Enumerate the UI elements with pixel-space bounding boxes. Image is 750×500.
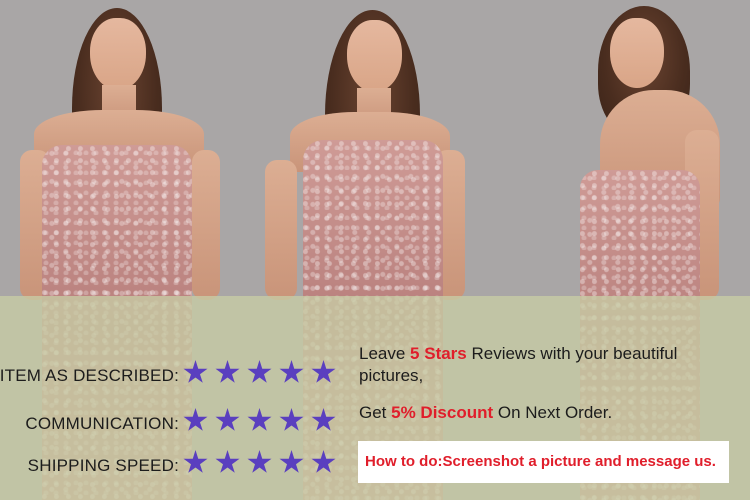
star-icon (215, 450, 240, 473)
promo-text-segment: On Next Order. (493, 403, 613, 422)
promo-text-segment: Leave (359, 344, 411, 363)
star-icon (183, 408, 208, 431)
star-icon (279, 360, 304, 383)
star-icon (247, 450, 272, 473)
howto-text: How to do:Screenshot a picture and messa… (365, 453, 716, 470)
rating-row-shipping-speed: SHIPPING SPEED: (0, 448, 345, 482)
star-icon (215, 408, 240, 431)
promo-line-review: Leave 5 Stars Reviews with your beautifu… (359, 343, 734, 365)
rating-label: SHIPPING SPEED: (27, 456, 179, 475)
promo-text-segment: Get (359, 403, 392, 422)
promo-line-discount: Get 5% Discount On Next Order. (359, 402, 734, 424)
rating-label: ITEM AS DESCRIBED: (0, 366, 179, 385)
promo-text: Leave 5 Stars Reviews with your beautifu… (359, 343, 734, 424)
star-icon (279, 408, 304, 431)
star-rating (183, 408, 343, 438)
star-icon (215, 360, 240, 383)
star-icon (183, 450, 208, 473)
discount-highlight: 5% Discount (391, 403, 494, 422)
star-icon (311, 408, 336, 431)
five-stars-highlight: 5 Stars (410, 344, 467, 363)
promo-line-review-cont: pictures, (359, 365, 734, 387)
star-icon (247, 360, 272, 383)
star-rating (183, 360, 343, 390)
star-icon (279, 450, 304, 473)
rating-row-item-as-described: ITEM AS DESCRIBED: (0, 358, 345, 392)
star-icon (311, 450, 336, 473)
promo-text-segment: Reviews with your beautiful (466, 344, 678, 363)
rating-label: COMMUNICATION: (25, 414, 179, 433)
howto-callout: How to do:Screenshot a picture and messa… (358, 441, 729, 483)
star-icon (311, 360, 336, 383)
star-icon (247, 408, 272, 431)
star-rating (183, 450, 343, 480)
promo-text-segment: pictures, (359, 366, 424, 385)
star-icon (183, 360, 208, 383)
rating-row-communication: COMMUNICATION: (0, 406, 345, 440)
